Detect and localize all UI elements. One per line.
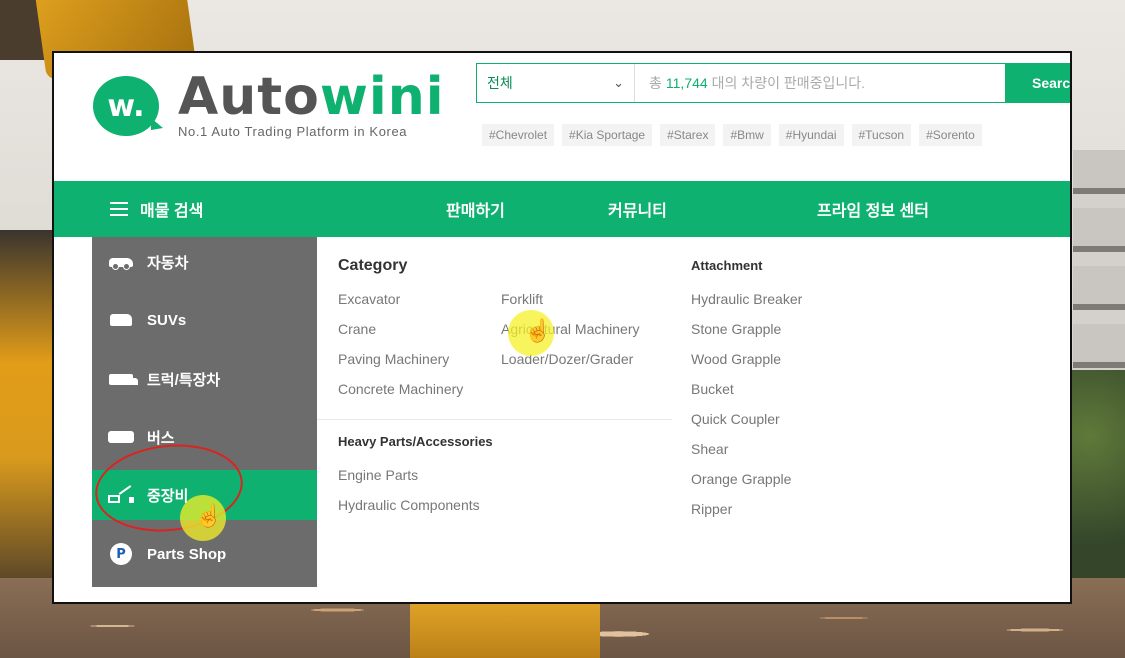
attachment-title: Attachment xyxy=(691,258,763,273)
attachment-wood-grapple[interactable]: Wood Grapple xyxy=(691,351,781,367)
heavy-parts-engine-parts[interactable]: Engine Parts xyxy=(338,467,418,483)
nav-community[interactable]: 커뮤니티 xyxy=(608,181,667,237)
logo-wordmark[interactable]: Autowini xyxy=(178,67,445,127)
hand-cursor-icon: ☝ xyxy=(524,318,552,343)
listing-search-menu[interactable]: 매물 검색 xyxy=(110,181,203,237)
main-nav: 매물 검색 판매하기 커뮤니티 프라임 정보 센터 xyxy=(54,181,1070,237)
vehicle-count: 11,744 xyxy=(665,75,708,91)
hamburger-icon xyxy=(110,202,128,216)
tag-starex[interactable]: #Starex xyxy=(660,124,716,146)
sidebar-item-label: SUVs xyxy=(147,311,187,329)
sidebar-item-suvs[interactable]: SUVs xyxy=(92,295,317,345)
category-paving-machinery[interactable]: Paving Machinery xyxy=(338,351,449,367)
heavy-parts-title: Heavy Parts/Accessories xyxy=(338,434,493,449)
tag-list: #Chevrolet #Kia Sportage #Starex #Bmw #H… xyxy=(482,124,982,146)
category-panel: Category Excavator Crane Paving Machiner… xyxy=(317,237,673,587)
sidebar-item-label: 자동차 xyxy=(147,254,189,272)
parts-shop-icon: P xyxy=(107,543,135,565)
attachment-panel: Attachment Hydraulic Breaker Stone Grapp… xyxy=(672,237,830,587)
sidebar-item-trucks[interactable]: 트럭/특장차 xyxy=(92,354,317,404)
sidebar-item-label: 트럭/특장차 xyxy=(147,371,221,389)
attachment-stone-grapple[interactable]: Stone Grapple xyxy=(691,321,781,337)
attachment-ripper[interactable]: Ripper xyxy=(691,501,732,517)
logo-auto: Auto xyxy=(178,67,320,127)
truck-icon xyxy=(107,373,138,385)
category-title: Category xyxy=(338,257,408,274)
tag-bmw[interactable]: #Bmw xyxy=(723,124,771,146)
search-category-value: 전체 xyxy=(487,75,513,91)
attachment-quick-coupler[interactable]: Quick Coupler xyxy=(691,411,780,427)
nav-prime-info-center[interactable]: 프라임 정보 센터 xyxy=(817,181,929,237)
tag-kia-sportage[interactable]: #Kia Sportage xyxy=(562,124,653,146)
listing-search-label: 매물 검색 xyxy=(140,203,204,220)
tag-sorento[interactable]: #Sorento xyxy=(919,124,982,146)
nav-sell[interactable]: 판매하기 xyxy=(446,181,505,237)
chevron-down-icon: ⌄ xyxy=(613,75,624,90)
attachment-hydraulic-breaker[interactable]: Hydraulic Breaker xyxy=(691,291,802,307)
category-concrete-machinery[interactable]: Concrete Machinery xyxy=(338,381,463,397)
attachment-orange-grapple[interactable]: Orange Grapple xyxy=(691,471,791,487)
suv-icon xyxy=(107,314,135,326)
logo-mark[interactable]: w. xyxy=(93,76,163,136)
category-crane[interactable]: Crane xyxy=(338,321,376,337)
category-excavator[interactable]: Excavator xyxy=(338,291,400,307)
tag-hyundai[interactable]: #Hyundai xyxy=(778,124,844,146)
sidebar-item-cars[interactable]: 자동차 xyxy=(92,237,317,287)
logo-wini: wini xyxy=(319,67,445,127)
heavy-parts-hydraulic-components[interactable]: Hydraulic Components xyxy=(338,497,480,513)
search-button[interactable]: Search xyxy=(1006,63,1070,103)
section-divider xyxy=(317,419,672,420)
site-header: w. Autowini No.1 Auto Trading Platform i… xyxy=(54,53,1070,181)
attachment-bucket[interactable]: Bucket xyxy=(691,381,734,397)
search-input[interactable]: 총 11,744 대의 차량이 판매중입니다. xyxy=(635,64,1005,102)
search-placeholder-prefix: 총 xyxy=(649,75,662,91)
hand-cursor-icon: ☝ xyxy=(195,503,223,528)
car-icon xyxy=(107,257,135,270)
sidebar-item-label: Parts Shop xyxy=(147,545,227,563)
tag-tucson[interactable]: #Tucson xyxy=(851,124,912,146)
bus-icon xyxy=(107,431,135,443)
search-bar: 전체 ⌄ 총 11,744 대의 차량이 판매중입니다. xyxy=(476,63,1006,103)
attachment-shear[interactable]: Shear xyxy=(691,441,728,457)
tagline: No.1 Auto Trading Platform in Korea xyxy=(178,124,408,139)
logo-mark-text: w. xyxy=(107,88,145,124)
tag-chevrolet[interactable]: #Chevrolet xyxy=(482,124,555,146)
category-forklift[interactable]: Forklift xyxy=(501,291,543,307)
search-placeholder-suffix: 대의 차량이 판매중입니다. xyxy=(711,75,866,91)
empty-panel xyxy=(829,237,1070,587)
search-category-select[interactable]: 전체 ⌄ xyxy=(477,64,635,102)
